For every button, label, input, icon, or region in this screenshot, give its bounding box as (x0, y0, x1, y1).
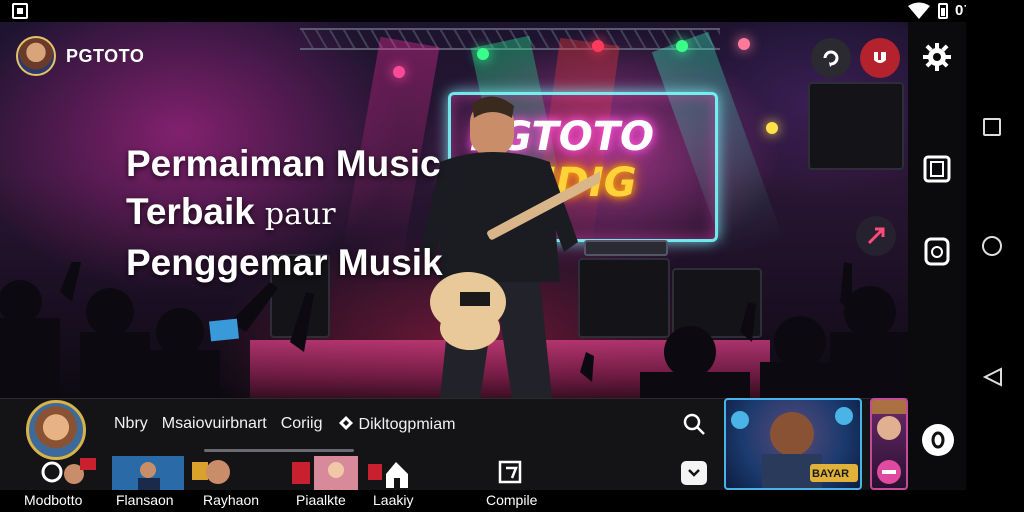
clipboard-button[interactable] (922, 236, 952, 266)
wifi-icon (908, 2, 930, 19)
tab-1[interactable]: Msaiovuirbnart (162, 415, 267, 433)
headline-line-1: Permaiman Music (126, 143, 441, 184)
hero-banner[interactable]: PGTOTO MAIDIG (0, 22, 908, 398)
house-icon (368, 462, 408, 488)
gift-icon (338, 416, 353, 430)
stage-light (592, 40, 604, 52)
tab-2[interactable]: Coriig (281, 415, 323, 433)
mirror-icon (923, 155, 951, 183)
card-badge: BAYAR (812, 468, 850, 480)
app-notification-icon (12, 3, 28, 19)
gear-icon (923, 43, 951, 71)
tab-3: Dikltogpmiam (358, 416, 456, 433)
side-rail (908, 22, 966, 490)
featured-card-2-art (872, 400, 906, 484)
status-bar: 07:12 (0, 0, 1024, 22)
battery-icon (938, 3, 948, 19)
search-button[interactable] (682, 412, 706, 436)
category-label-4[interactable]: Laakiy (373, 492, 413, 508)
category-label-5[interactable]: Compile (486, 492, 537, 508)
user-avatar[interactable] (26, 400, 86, 460)
recents-button[interactable] (983, 118, 1001, 136)
featured-card[interactable]: BAYAR (724, 398, 862, 490)
clipboard-icon (924, 237, 950, 266)
featured-card-2[interactable] (870, 398, 908, 490)
expand-button[interactable] (681, 461, 707, 485)
send-button[interactable] (856, 216, 896, 256)
settings-button[interactable] (922, 42, 952, 72)
category-5[interactable] (496, 456, 526, 490)
headline-line-2: Terbaik (126, 191, 255, 232)
share-icon (823, 50, 839, 67)
category-label-0[interactable]: Modbotto (24, 492, 82, 508)
headline-line-2-extra: paur (264, 197, 336, 232)
gear-badge-icon (41, 458, 96, 484)
thumbnail-image (112, 456, 184, 490)
circle-record-button[interactable] (922, 424, 954, 456)
stage-light (766, 122, 778, 134)
category-label-3[interactable]: Piaalkte (296, 492, 346, 508)
stage-light (477, 48, 489, 60)
record-icon (874, 52, 886, 63)
back-button[interactable] (981, 366, 1005, 388)
stage-light (676, 40, 688, 52)
profile-avatar[interactable] (16, 36, 56, 76)
tab-bar: Nbry Msaiovuirbnart Coriig Dikltogpmiam (114, 414, 469, 434)
circle-record-icon (931, 431, 945, 449)
send-icon (867, 227, 885, 245)
system-nav-bar (966, 0, 1024, 512)
tab-3-wrap[interactable]: Dikltogpmiam (337, 414, 456, 434)
mirror-button[interactable] (922, 154, 952, 184)
category-label-1[interactable]: Flansaon (116, 492, 174, 508)
category-1[interactable] (112, 456, 184, 490)
tab-indicator (204, 449, 354, 452)
category-3[interactable] (292, 456, 358, 490)
stage-light (738, 38, 750, 50)
stage-light (393, 66, 405, 78)
category-label-2[interactable]: Rayhaon (203, 492, 259, 508)
category-4[interactable] (368, 456, 412, 490)
tab-0[interactable]: Nbry (114, 415, 148, 433)
category-0[interactable] (38, 456, 98, 490)
headline-line-2-row: Terbaik paur (126, 188, 443, 239)
record-button[interactable] (860, 38, 900, 78)
hero-headline: Permaiman Music Terbaik paur Penggemar M… (126, 140, 443, 287)
share-button[interactable] (811, 38, 851, 78)
chevron-down-icon (688, 469, 700, 477)
thumbnail-image (292, 456, 358, 490)
thumbnail-image (192, 460, 230, 484)
category-2[interactable] (192, 456, 232, 490)
brand-name: PGTOTO (66, 45, 145, 66)
speaker (808, 82, 904, 170)
music-note-icon (498, 460, 522, 484)
category-labels: Modbotto Flansaon Rayhaon Piaalkte Laaki… (0, 490, 966, 512)
home-button[interactable] (982, 236, 1002, 256)
headline-line-3: Penggemar Musik (126, 242, 443, 283)
brand-row[interactable]: PGTOTO (16, 36, 144, 76)
